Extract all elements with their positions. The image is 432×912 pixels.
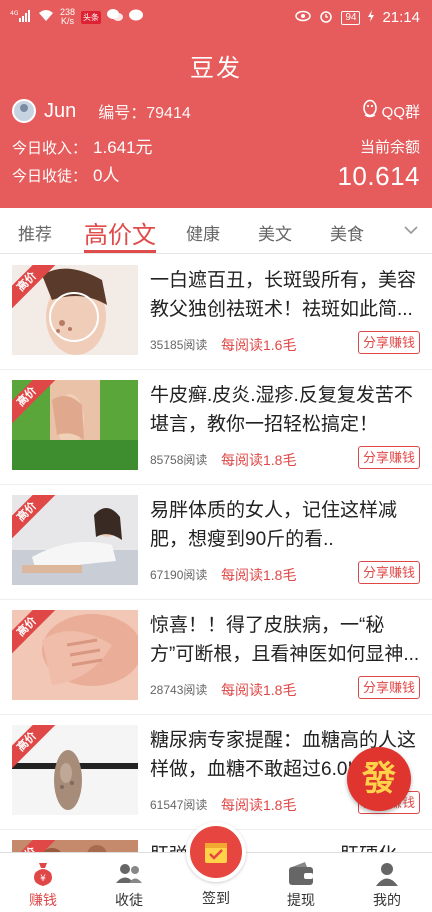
message-icon <box>129 9 144 25</box>
nav-profile-label: 我的 <box>373 892 401 908</box>
share-earn-button[interactable]: 分享赚钱 <box>357 676 420 699</box>
share-earn-button[interactable]: 分享赚钱 <box>357 561 420 584</box>
wallet-icon <box>287 861 315 887</box>
calendar-check-icon <box>203 839 229 870</box>
read-count: 61547阅读 <box>150 798 208 812</box>
nav-signin-label: 签到 <box>202 890 230 906</box>
signal-icon: 4G <box>10 9 32 26</box>
today-apprentice-row: 今日收徒： 0人 <box>12 162 153 190</box>
status-time: 21:14 <box>382 9 420 26</box>
charging-icon <box>368 10 375 25</box>
today-stats: 今日收入： 1.641元 今日收徒： 0人 <box>12 134 153 190</box>
balance-value: 10.614 <box>337 161 420 191</box>
today-apprentice-label: 今日收徒： <box>12 168 88 185</box>
share-earn-button[interactable]: 分享赚钱 <box>357 331 420 354</box>
article-title: 牛皮癣.皮炎.湿疹.反复复发苦不堪言，教你一招轻松搞定！ <box>150 385 413 435</box>
status-bar: 4G 238 K/s 头条 94 21:14 <box>0 0 432 36</box>
article-thumbnail: 高价 <box>12 380 138 470</box>
tab-health[interactable]: 健康 <box>186 220 220 245</box>
reward-rate: 每阅读1.8毛 <box>221 797 297 813</box>
nav-withdraw-label: 提现 <box>287 892 315 908</box>
alarm-icon <box>319 9 333 26</box>
header: 4G 238 K/s 头条 94 21:14 豆发 Jun 编号：79414 Q… <box>0 0 432 208</box>
article-title: 惊喜！！得了皮肤病，一“秘方”可断根，且看神医如何显神... <box>150 615 420 665</box>
article-item[interactable]: 高价 牛皮癣.皮炎.湿疹.反复复发苦不堪言，教你一招轻松搞定！ 85758阅读 … <box>0 370 432 485</box>
article-thumbnail: 高价 <box>12 495 138 585</box>
user-icon <box>373 861 401 887</box>
balance-label: 当前余额 <box>359 139 420 156</box>
article-item[interactable]: 高价 惊喜！！得了皮肤病，一“秘方”可断根，且看神医如何显神... 28743阅… <box>0 600 432 715</box>
nav-earn-label: 赚钱 <box>29 892 57 908</box>
share-earn-button[interactable]: 分享赚钱 <box>357 446 420 469</box>
article-thumbnail: 高价 <box>12 610 138 700</box>
battery-indicator: 94 <box>341 10 361 25</box>
article-thumbnail: 高价 <box>12 725 138 815</box>
tab-recommend[interactable]: 推荐 <box>18 220 52 245</box>
eye-icon <box>295 10 312 25</box>
nav-withdraw[interactable]: 提现 <box>258 853 344 912</box>
net-speed: 238 K/s <box>60 7 76 26</box>
svg-text:¥: ¥ <box>40 874 46 884</box>
nav-profile[interactable]: 我的 <box>344 853 430 912</box>
today-income-label: 今日收入： <box>12 140 88 157</box>
nav-apprentice[interactable]: 收徒 <box>86 853 172 912</box>
article-item[interactable]: 高价 一白遮百丑，长斑毁所有，美容教父独创祛斑术！祛斑如此简... 35185阅… <box>0 255 432 370</box>
reward-rate: 每阅读1.6毛 <box>221 337 297 353</box>
read-count: 85758阅读 <box>150 453 208 467</box>
nav-earn[interactable]: ¥ 赚钱 <box>0 853 86 912</box>
wechat-icon <box>107 9 124 25</box>
money-bag-icon: ¥ <box>29 861 57 887</box>
article-thumbnail: 高价 <box>12 840 138 852</box>
username: Jun <box>44 99 77 122</box>
read-count: 35185阅读 <box>150 338 208 352</box>
nav-apprentice-label: 收徒 <box>115 892 143 908</box>
reward-rate: 每阅读1.8毛 <box>221 567 297 583</box>
svg-text:4G: 4G <box>10 10 19 17</box>
balance-block: 当前余额 10.614 <box>337 136 420 192</box>
read-count: 67190阅读 <box>150 568 208 582</box>
qq-icon <box>361 99 379 123</box>
toutiao-badge: 头条 <box>81 10 102 24</box>
category-tabs: 推荐 高价文 健康 美文 美食 <box>0 208 432 254</box>
tab-high-price[interactable]: 高价文 <box>84 215 156 250</box>
tab-food[interactable]: 美食 <box>330 220 364 245</box>
wifi-icon <box>38 9 54 25</box>
avatar[interactable] <box>12 99 36 123</box>
reward-rate: 每阅读1.8毛 <box>221 682 297 698</box>
status-left: 4G 238 K/s 头条 <box>10 7 144 26</box>
qq-group-label: QQ群 <box>381 103 420 121</box>
app-title: 豆发 <box>190 55 242 82</box>
qq-group-button[interactable]: QQ群 <box>361 99 420 123</box>
fa-floating-button[interactable]: 發 <box>347 747 411 811</box>
user-row: Jun 编号：79414 QQ群 <box>12 97 420 125</box>
article-thumbnail: 高价 <box>12 265 138 355</box>
active-tab-indicator <box>84 250 156 253</box>
read-count: 28743阅读 <box>150 683 208 697</box>
today-apprentice-value: 0人 <box>93 166 120 185</box>
user-id: 编号：79414 <box>98 105 191 122</box>
today-income-value: 1.641元 <box>93 138 153 157</box>
status-right: 94 21:14 <box>295 9 420 26</box>
people-icon <box>115 861 143 887</box>
article-item[interactable]: 高价 易胖体质的女人，记住这样减肥，想瘦到90斤的看.. 67190阅读 每阅读… <box>0 485 432 600</box>
article-title: 易胖体质的女人，记住这样减肥，想瘦到90斤的看.. <box>150 500 398 550</box>
chevron-down-icon[interactable] <box>404 222 418 240</box>
article-title: 一白遮百丑，长斑毁所有，美容教父独创祛斑术！祛斑如此简... <box>150 270 417 320</box>
nav-signin-button[interactable] <box>186 822 246 882</box>
tab-essays[interactable]: 美文 <box>258 220 292 245</box>
today-income-row: 今日收入： 1.641元 <box>12 134 153 162</box>
reward-rate: 每阅读1.8毛 <box>221 452 297 468</box>
